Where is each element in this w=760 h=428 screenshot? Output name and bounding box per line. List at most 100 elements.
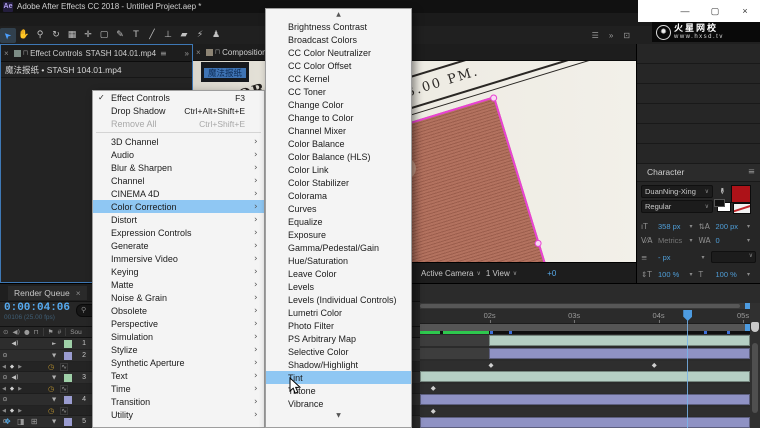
sidebar-panel-header[interactable]	[637, 64, 760, 84]
submenu-item[interactable]: CC Color Neutralizer	[266, 46, 411, 59]
submenu-item[interactable]: Color Balance	[266, 137, 411, 150]
effect-menu-item[interactable]: Text ›	[93, 369, 264, 382]
keyframe-icon[interactable]: ◆	[8, 408, 16, 414]
workspace-menu-icon[interactable]: ☰	[592, 31, 599, 40]
stopwatch-icon[interactable]: ◷	[48, 407, 54, 415]
eyedropper-icon[interactable]: ✒	[716, 187, 726, 195]
submenu-item[interactable]: CC Kernel	[266, 72, 411, 85]
effect-menu-item[interactable]: Stylize ›	[93, 343, 264, 356]
leading-value[interactable]: 200 px	[716, 222, 748, 231]
horizontal-scale-value[interactable]: 100 %	[716, 270, 748, 279]
sidebar-panel-header[interactable]	[637, 124, 760, 144]
submenu-item[interactable]: Photo Filter	[266, 319, 411, 332]
stopwatch-icon[interactable]: ◷	[48, 385, 54, 393]
sync-settings-icon[interactable]: ⊡	[623, 31, 630, 40]
submenu-item[interactable]: Gamma/Pedestal/Gain	[266, 241, 411, 254]
effect-menu-item[interactable]: Distort ›	[93, 213, 264, 226]
character-panel-header[interactable]: Character ≡	[637, 164, 760, 182]
effect-menu-item[interactable]: Keying ›	[93, 265, 264, 278]
submenu-item[interactable]: Color Balance (HLS)	[266, 150, 411, 163]
prev-keyframe-icon[interactable]: ◀	[0, 386, 8, 392]
submenu-item[interactable]: Levels	[266, 280, 411, 293]
stroke-style-select[interactable]: ∨	[711, 251, 757, 263]
roto-brush-tool[interactable]: ⚡	[192, 28, 208, 43]
layer-duration-bar[interactable]	[489, 348, 750, 359]
keyframe-icon[interactable]: ◆	[8, 386, 16, 392]
time-ruler[interactable]: 02s03s04s05s	[420, 310, 750, 324]
effect-menu-item[interactable]: Simulation ›	[93, 330, 264, 343]
label-swatch[interactable]	[64, 340, 72, 348]
dropdown-arrow-icon[interactable]: ▾	[702, 254, 711, 261]
label-swatch[interactable]	[64, 374, 72, 382]
camera-tool[interactable]: ▦	[64, 28, 80, 43]
prev-keyframe-icon[interactable]: ◀	[0, 364, 8, 370]
next-keyframe-icon[interactable]: ▶	[16, 408, 24, 414]
keyframe-diamond[interactable]: ◆	[488, 361, 493, 370]
sidebar-panel-header[interactable]	[637, 44, 760, 64]
transfer-controls-icon[interactable]: ◨	[17, 417, 25, 426]
submenu-item[interactable]: Tritone	[266, 384, 411, 397]
current-timecode[interactable]: 0:00:04:06	[4, 302, 70, 314]
playhead-line[interactable]	[687, 310, 688, 428]
eye-icon[interactable]: ⊙	[0, 374, 10, 381]
view-popup[interactable]: Active Camera∨	[421, 269, 481, 278]
scrollbar-thumb[interactable]	[752, 343, 758, 413]
effect-menu-item[interactable]: Obsolete ›	[93, 304, 264, 317]
work-area-bar[interactable]	[420, 324, 750, 331]
dropdown-arrow-icon[interactable]: ▾	[747, 237, 756, 244]
effect-menu-item[interactable]: Expression Controls ›	[93, 226, 264, 239]
submenu-item[interactable]: Hue/Saturation	[266, 254, 411, 267]
fill-color-swatch[interactable]	[731, 185, 751, 203]
keyframe-diamond[interactable]: ◆	[652, 361, 657, 370]
submenu-item[interactable]: Levels (Individual Controls)	[266, 293, 411, 306]
submenu-item[interactable]: Channel Mixer	[266, 124, 411, 137]
hand-tool[interactable]: ✋	[16, 28, 32, 43]
submenu-item[interactable]: Selective Color	[266, 345, 411, 358]
maximize-button[interactable]: ▢	[700, 1, 730, 21]
sidebar-panel-header[interactable]	[637, 104, 760, 124]
composition-tab[interactable]: Composition	[222, 48, 266, 57]
submenu-item[interactable]: Curves	[266, 202, 411, 215]
submenu-item[interactable]: Tint	[266, 371, 411, 384]
selection-handle[interactable]	[534, 239, 543, 248]
label-swatch[interactable]	[64, 418, 72, 426]
keyframe-icon[interactable]: ◆	[8, 364, 16, 370]
close-icon[interactable]: ×	[76, 288, 81, 298]
dropdown-arrow-icon[interactable]: ▾	[690, 223, 699, 230]
label-swatch[interactable]	[64, 352, 72, 360]
effect-menu-item[interactable]: 3D Channel ›	[93, 135, 264, 148]
eraser-tool[interactable]: ▰	[176, 28, 192, 43]
submenu-item[interactable]: PS Arbitrary Map	[266, 332, 411, 345]
pan-behind-tool[interactable]: ✛	[80, 28, 96, 43]
effect-menu-item[interactable]: Generate ›	[93, 239, 264, 252]
audio-icon[interactable]: ◀)	[10, 340, 20, 347]
submenu-item[interactable]: Change to Color	[266, 111, 411, 124]
audio-column-icon[interactable]: ◀)	[12, 328, 20, 336]
shape-tool[interactable]: ▢	[96, 28, 112, 43]
effect-menu-item[interactable]: Transition ›	[93, 395, 264, 408]
dropdown-arrow-icon[interactable]: ▾	[690, 237, 699, 244]
next-keyframe-icon[interactable]: ▶	[16, 386, 24, 392]
submenu-item[interactable]: Vibrance	[266, 397, 411, 410]
submenu-item[interactable]: Brightness Contrast	[266, 20, 411, 33]
font-family-select[interactable]: DuanNing-Xing∨	[641, 185, 713, 198]
keyframe-diamond[interactable]: ◆	[431, 407, 436, 416]
effect-controls-tab[interactable]: Effect Controls	[30, 49, 82, 58]
submenu-item[interactable]: Shadow/Highlight	[266, 358, 411, 371]
font-style-select[interactable]: Regular∨	[641, 200, 713, 213]
stroke-width-value[interactable]: - px	[658, 253, 702, 262]
clone-stamp-tool[interactable]: ⊥	[160, 28, 176, 43]
timeline-tracks-area[interactable]: 02s03s04s05s ◆◆◆◆	[420, 283, 760, 428]
twirl-icon[interactable]: ▼	[52, 419, 62, 425]
scroll-down-icon[interactable]: ▼	[266, 410, 411, 421]
puppet-pin-tool[interactable]: ♟	[208, 28, 224, 43]
eye-icon[interactable]: ⊙	[0, 396, 10, 403]
dropdown-arrow-icon[interactable]: ▾	[747, 223, 756, 230]
close-icon[interactable]: ×	[193, 48, 204, 57]
solo-column-icon[interactable]: ●	[24, 328, 30, 336]
submenu-item[interactable]: Equalize	[266, 215, 411, 228]
submenu-item[interactable]: CC Toner	[266, 85, 411, 98]
effect-menu-item[interactable]: Drop Shadow Ctrl+Alt+Shift+E	[93, 104, 264, 117]
effect-menu-item[interactable]: Audio ›	[93, 148, 264, 161]
effect-menu-item[interactable]: Matte ›	[93, 278, 264, 291]
